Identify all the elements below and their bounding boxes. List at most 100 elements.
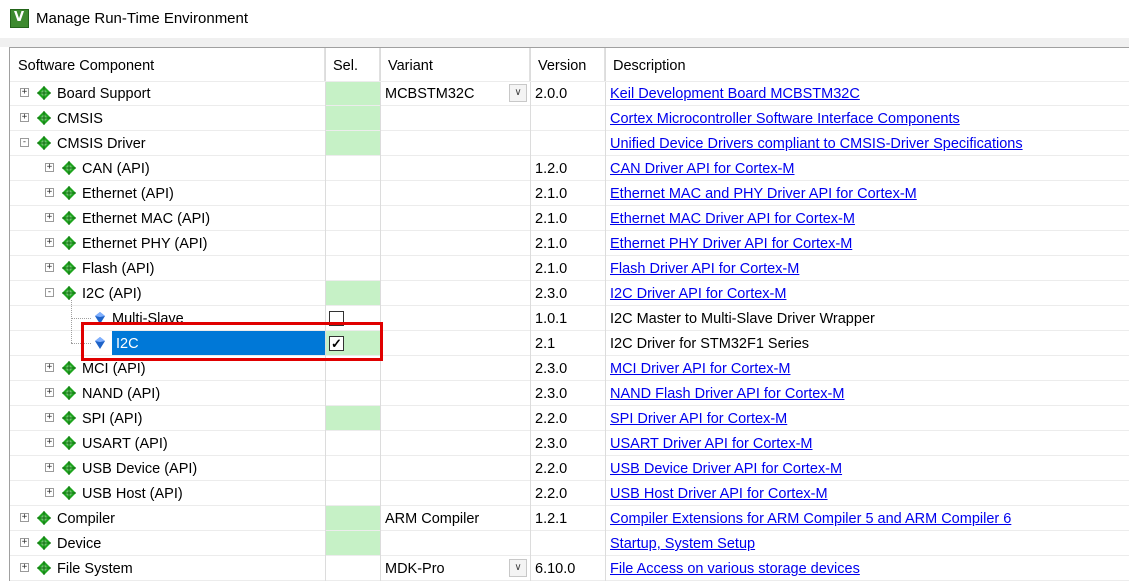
component-name[interactable]: USB Device (API) (82, 456, 197, 481)
table-row[interactable]: + Ethernet (API) 2.1.0 Ethernet MAC and PHY… (10, 181, 1129, 206)
expand-icon[interactable]: + (45, 363, 54, 372)
component-name[interactable]: Compiler (57, 506, 115, 531)
table-row[interactable]: + CMSIS Cortex Microcontroller Software In… (10, 106, 1129, 131)
expand-icon[interactable]: + (45, 213, 54, 222)
component-name[interactable]: CAN (API) (82, 156, 150, 181)
sel-cell[interactable] (325, 381, 380, 406)
component-name[interactable]: I2C (API) (82, 281, 142, 306)
description-cell: File Access on various storage devices (605, 556, 860, 581)
expand-icon[interactable]: + (45, 188, 54, 197)
table-row[interactable]: - CMSIS Driver Unified Device Drivers comp… (10, 131, 1129, 156)
sel-cell[interactable] (325, 131, 380, 156)
description-link[interactable]: Keil Development Board MCBSTM32C (610, 86, 860, 102)
collapse-icon[interactable]: - (20, 138, 29, 147)
component-name[interactable]: Device (57, 531, 101, 556)
component-group-icon (37, 86, 51, 100)
sel-cell[interactable] (325, 456, 380, 481)
chevron-down-icon[interactable]: ∨ (509, 84, 527, 102)
expand-icon[interactable]: + (45, 263, 54, 272)
description-link[interactable]: Flash Driver API for Cortex-M (610, 261, 799, 277)
table-row[interactable]: + File System MDK-Pro ∨ 6.10.0 File Access on… (10, 556, 1129, 581)
expand-icon[interactable]: + (45, 463, 54, 472)
table-row[interactable]: + USB Device (API) 2.2.0 USB Device Driver … (10, 456, 1129, 481)
description-link[interactable]: Cortex Microcontroller Software Interfac… (610, 111, 960, 127)
description-link[interactable]: Unified Device Drivers compliant to CMSI… (610, 136, 1023, 152)
description-link[interactable]: Ethernet MAC and PHY Driver API for Cort… (610, 186, 917, 202)
sel-cell[interactable] (325, 406, 380, 431)
table-row[interactable]: + USB Host (API) 2.2.0 USB Host Driver API … (10, 481, 1129, 506)
expand-icon[interactable]: + (20, 113, 29, 122)
column-header-description[interactable]: Description (605, 48, 1129, 82)
component-name[interactable]: CMSIS Driver (57, 131, 146, 156)
collapse-icon[interactable]: - (45, 288, 54, 297)
expand-icon[interactable]: + (20, 538, 29, 547)
table-row[interactable]: + SPI (API) 2.2.0 SPI Driver API for Cortex… (10, 406, 1129, 431)
component-name[interactable]: USART (API) (82, 431, 168, 456)
description-link[interactable]: Ethernet MAC Driver API for Cortex-M (610, 211, 855, 227)
sel-cell[interactable] (325, 556, 380, 581)
sel-cell[interactable] (325, 281, 380, 306)
sel-cell[interactable] (325, 106, 380, 131)
sel-cell[interactable] (325, 206, 380, 231)
description-link[interactable]: Startup, System Setup (610, 536, 755, 552)
component-name[interactable]: CMSIS (57, 106, 103, 131)
column-header-version[interactable]: Version (530, 48, 605, 82)
component-name[interactable]: USB Host (API) (82, 481, 183, 506)
description-link[interactable]: MCI Driver API for Cortex-M (610, 361, 790, 377)
description-link[interactable]: USB Device Driver API for Cortex-M (610, 461, 842, 477)
component-name[interactable]: File System (57, 556, 133, 581)
expand-icon[interactable]: + (45, 238, 54, 247)
expand-icon[interactable]: + (20, 88, 29, 97)
column-header-sel[interactable]: Sel. (325, 48, 380, 82)
component-name[interactable]: Board Support (57, 81, 151, 106)
sel-cell[interactable] (325, 506, 380, 531)
sel-cell[interactable] (325, 256, 380, 281)
component-name[interactable]: NAND (API) (82, 381, 160, 406)
sel-cell[interactable] (325, 156, 380, 181)
sel-cell[interactable] (325, 181, 380, 206)
description-link[interactable]: Compiler Extensions for ARM Compiler 5 a… (610, 511, 1011, 527)
description-link[interactable]: File Access on various storage devices (610, 561, 860, 577)
expand-icon[interactable]: + (45, 163, 54, 172)
table-row[interactable]: + Board Support MCBSTM32C ∨ 2.0.0 Keil Develo… (10, 81, 1129, 106)
description-link[interactable]: Ethernet PHY Driver API for Cortex-M (610, 236, 852, 252)
sel-cell[interactable] (325, 431, 380, 456)
component-name[interactable]: Ethernet MAC (API) (82, 206, 210, 231)
table-row[interactable]: + Device Startup, System Setup (10, 531, 1129, 556)
table-row[interactable]: + Compiler ARM Compiler 1.2.1 Compiler Exten… (10, 506, 1129, 531)
table-row[interactable]: - I2C (API) 2.3.0 I2C Driver API for Cortex… (10, 281, 1129, 306)
description-link[interactable]: USB Host Driver API for Cortex-M (610, 486, 828, 502)
description-link[interactable]: SPI Driver API for Cortex-M (610, 411, 787, 427)
table-row[interactable]: + Ethernet PHY (API) 2.1.0 Ethernet PHY Dri… (10, 231, 1129, 256)
sel-cell[interactable] (325, 231, 380, 256)
description-link[interactable]: I2C Driver API for Cortex-M (610, 286, 786, 302)
expand-icon[interactable]: + (20, 563, 29, 572)
table-row[interactable]: + USART (API) 2.3.0 USART Driver API for Co… (10, 431, 1129, 456)
table-row[interactable]: + Ethernet MAC (API) 2.1.0 Ethernet MAC Dri… (10, 206, 1129, 231)
description-cell: NAND Flash Driver API for Cortex-M (605, 381, 844, 406)
sel-cell[interactable] (325, 81, 380, 106)
table-row[interactable]: + CAN (API) 1.2.0 CAN Driver API for Cortex… (10, 156, 1129, 181)
table-row[interactable]: + Flash (API) 2.1.0 Flash Driver API for Co… (10, 256, 1129, 281)
description-link[interactable]: CAN Driver API for Cortex-M (610, 161, 795, 177)
table-row[interactable]: + NAND (API) 2.3.0 NAND Flash Driver API fo… (10, 381, 1129, 406)
expand-icon[interactable]: + (45, 413, 54, 422)
column-header-software-component[interactable]: Software Component (10, 48, 325, 82)
sel-cell[interactable] (325, 481, 380, 506)
expand-icon[interactable]: + (45, 388, 54, 397)
variant-cell[interactable]: MDK-Pro ∨ (380, 556, 530, 581)
description-link[interactable]: NAND Flash Driver API for Cortex-M (610, 386, 844, 402)
description-link[interactable]: USART Driver API for Cortex-M (610, 436, 813, 452)
component-name[interactable]: Flash (API) (82, 256, 155, 281)
chevron-down-icon[interactable]: ∨ (509, 559, 527, 577)
expand-icon[interactable]: + (45, 438, 54, 447)
component-name[interactable]: Ethernet (API) (82, 181, 174, 206)
expand-icon[interactable]: + (20, 513, 29, 522)
component-name[interactable]: Ethernet PHY (API) (82, 231, 207, 256)
description-cell: Keil Development Board MCBSTM32C (605, 81, 860, 106)
sel-cell[interactable] (325, 531, 380, 556)
variant-cell[interactable]: MCBSTM32C ∨ (380, 81, 530, 106)
component-name[interactable]: SPI (API) (82, 406, 142, 431)
column-header-variant[interactable]: Variant (380, 48, 530, 82)
expand-icon[interactable]: + (45, 488, 54, 497)
